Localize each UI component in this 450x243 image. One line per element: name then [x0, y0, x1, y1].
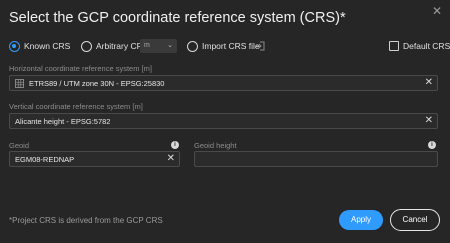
vertical-crs-value: Alicante height - EPSG:5782 [15, 117, 111, 126]
vertical-crs-field[interactable]: Alicante height - EPSG:5782 ✕ [9, 113, 438, 129]
horizontal-crs-value: ETRS89 / UTM zone 30N - EPSG:25830 [29, 79, 165, 88]
dialog-title: Select the GCP coordinate reference syst… [9, 10, 346, 26]
known-crs-label[interactable]: Known CRS [24, 40, 70, 53]
default-crs-checkbox[interactable] [389, 41, 399, 51]
import-file-icon[interactable] [254, 40, 266, 52]
apply-button[interactable]: Apply [339, 210, 383, 230]
cancel-button[interactable]: Cancel [390, 209, 440, 231]
import-crs-file-label[interactable]: Import CRS file [202, 40, 260, 53]
geoid-height-info-icon[interactable]: i [428, 141, 436, 149]
geoid-label: Geoid [9, 141, 30, 150]
clear-geoid-icon[interactable]: ✕ [167, 153, 175, 165]
crs-source-options: Known CRS Arbitrary CRS m ⌄ Import CRS f… [9, 39, 450, 55]
unit-select[interactable]: m ⌄ [140, 39, 177, 53]
known-crs-radio[interactable] [9, 41, 20, 52]
vertical-crs-label: Vertical coordinate reference system [m] [9, 102, 143, 111]
default-crs-label[interactable]: Default CRS [403, 40, 450, 53]
arbitrary-crs-radio[interactable] [81, 41, 92, 52]
unit-select-value: m [144, 42, 150, 49]
crs-dialog: Select the GCP coordinate reference syst… [0, 0, 450, 243]
footnote: *Project CRS is derived from the GCP CRS [9, 216, 163, 225]
import-crs-file-radio[interactable] [187, 41, 198, 52]
geoid-value: EGM08-REDNAP [15, 155, 75, 164]
horizontal-crs-label: Horizontal coordinate reference system [… [9, 64, 152, 73]
geoid-height-label: Geoid height [194, 141, 237, 150]
clear-vertical-icon[interactable]: ✕ [425, 115, 433, 127]
grid-icon [15, 79, 24, 88]
horizontal-crs-field[interactable]: ETRS89 / UTM zone 30N - EPSG:25830 ✕ [9, 75, 438, 91]
close-icon[interactable]: ✕ [430, 4, 444, 18]
clear-horizontal-icon[interactable]: ✕ [425, 77, 433, 89]
geoid-info-icon[interactable]: i [171, 141, 179, 149]
geoid-height-field[interactable] [194, 151, 438, 167]
geoid-field[interactable]: EGM08-REDNAP ✕ [9, 151, 180, 167]
chevron-down-icon: ⌄ [167, 42, 173, 49]
